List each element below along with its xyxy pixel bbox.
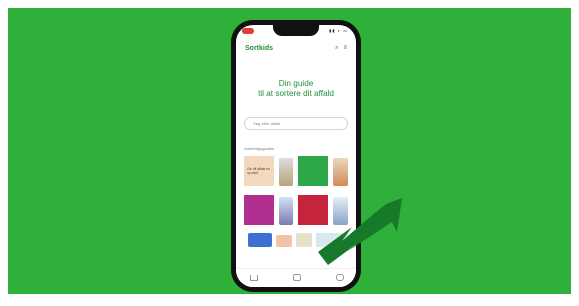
guide-card[interactable] bbox=[244, 195, 274, 225]
guide-image[interactable] bbox=[276, 235, 292, 247]
guide-image[interactable] bbox=[279, 158, 293, 186]
header-actions: ⌕ ≡ bbox=[335, 45, 347, 52]
section-label: Sorteringsguides bbox=[244, 146, 275, 151]
phone-notch bbox=[273, 25, 319, 36]
search-input[interactable]: Søg efter affald bbox=[244, 117, 348, 130]
search-icon[interactable]: ⌕ bbox=[335, 45, 338, 52]
headline-line-2: til at sortere dit affald bbox=[258, 89, 334, 98]
card-caption: Giv dit affald en ny start bbox=[247, 167, 270, 175]
guide-card[interactable]: Giv dit affald en ny start bbox=[244, 156, 274, 186]
guide-image[interactable] bbox=[248, 233, 272, 247]
headline-line-1: Din guide bbox=[278, 79, 314, 88]
phone-screen: ▮▮ ◗ ▭ Sortkids ⌕ ≡ Din guide til at sor… bbox=[236, 25, 356, 287]
green-background: ▮▮ ◗ ▭ Sortkids ⌕ ≡ Din guide til at sor… bbox=[8, 8, 571, 294]
menu-icon[interactable]: ≡ bbox=[343, 45, 347, 52]
home-icon[interactable] bbox=[250, 275, 258, 281]
status-indicator bbox=[242, 28, 254, 34]
bottom-nav bbox=[236, 268, 356, 287]
guide-image[interactable] bbox=[279, 197, 293, 225]
heart-icon[interactable] bbox=[293, 274, 301, 281]
guide-image[interactable] bbox=[333, 197, 348, 225]
phone-mockup: ▮▮ ◗ ▭ Sortkids ⌕ ≡ Din guide til at sor… bbox=[231, 20, 361, 292]
guide-card[interactable] bbox=[298, 156, 328, 186]
search-placeholder: Søg efter affald bbox=[253, 121, 281, 126]
guide-image[interactable] bbox=[316, 233, 348, 247]
guide-image[interactable] bbox=[296, 233, 312, 247]
user-icon[interactable] bbox=[336, 274, 344, 281]
guide-image[interactable] bbox=[333, 158, 348, 186]
app-logo: Sortkids bbox=[245, 45, 274, 52]
guide-card[interactable] bbox=[298, 195, 328, 225]
status-bar-icons: ▮▮ ◗ ▭ bbox=[329, 28, 348, 33]
